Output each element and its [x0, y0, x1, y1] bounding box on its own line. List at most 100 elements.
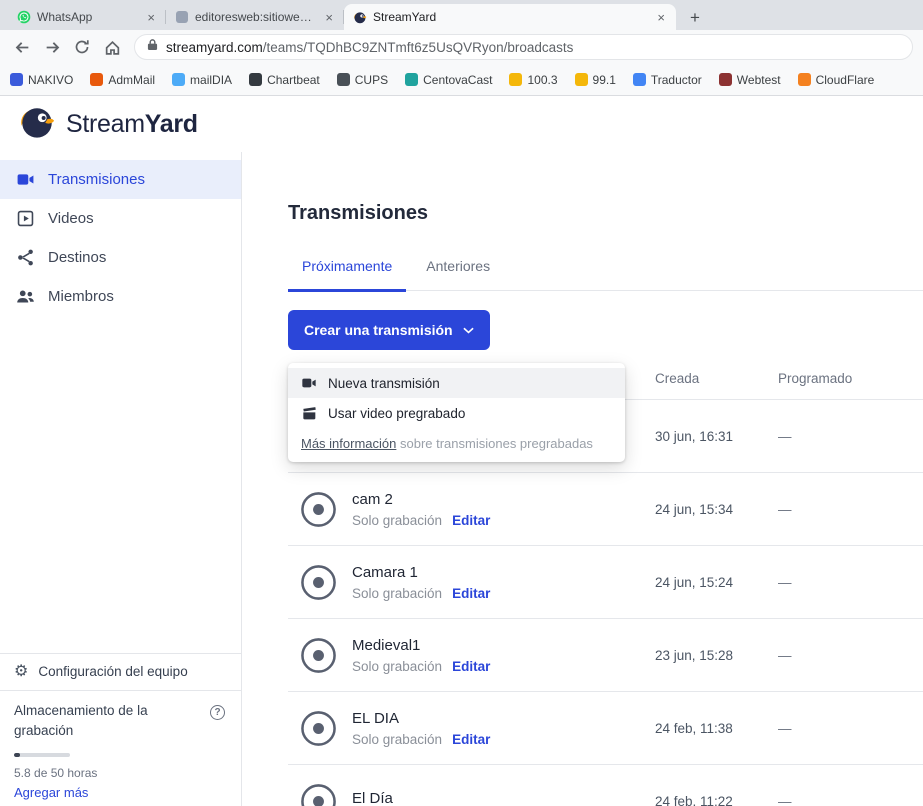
tab-proximamente[interactable]: Próximamente [288, 258, 406, 292]
app-header: StreamYard [0, 96, 923, 152]
bookmark-nakivo[interactable]: NAKIVO [10, 73, 73, 87]
site-favicon [175, 10, 189, 24]
url-domain: streamyard.com [166, 40, 263, 55]
menu-item-usar-video-pregrabado[interactable]: Usar video pregrabado [288, 398, 625, 428]
sidebar-item-label: Destinos [48, 249, 106, 266]
bookmark-icon [575, 73, 588, 86]
created-cell: 24 feb, 11:22 [655, 794, 778, 806]
streamyard-logo-icon [18, 103, 56, 146]
view-tabs: Próximamente Anteriores [288, 258, 923, 291]
storage-usage-text: 5.8 de 50 horas [14, 766, 227, 780]
reload-button[interactable] [70, 35, 94, 59]
team-settings-button[interactable]: ⚙ Configuración del equipo [0, 653, 241, 690]
tab-title: StreamYard [373, 10, 649, 24]
sidebar-item-transmisiones[interactable]: Transmisiones [0, 160, 241, 199]
bookmark-100-3[interactable]: 100.3 [509, 73, 557, 87]
bookmark-label: 100.3 [527, 73, 557, 87]
share-icon [16, 248, 35, 267]
bookmark-admmail[interactable]: AdmMail [90, 73, 155, 87]
video-camera-icon [16, 170, 35, 189]
created-cell: 24 jun, 15:34 [655, 502, 778, 517]
menu-item-label: Nueva transmisión [328, 376, 440, 391]
edit-link[interactable]: Editar [452, 513, 490, 528]
edit-link[interactable]: Editar [452, 586, 490, 601]
home-button[interactable] [100, 35, 124, 59]
scheduled-cell: — [778, 794, 923, 806]
storage-label: Almacenamiento de la grabación [14, 701, 182, 742]
edit-link[interactable]: Editar [452, 732, 490, 747]
bookmark-chartbeat[interactable]: Chartbeat [249, 73, 320, 87]
broadcast-title: Medieval1 [352, 637, 655, 654]
tab-anteriores[interactable]: Anteriores [412, 258, 504, 290]
forward-button[interactable] [40, 35, 64, 59]
help-icon[interactable]: ? [210, 705, 225, 720]
record-icon [300, 637, 352, 674]
page-title: Transmisiones [288, 202, 923, 224]
record-icon [300, 710, 352, 747]
menu-item-nueva-transmision[interactable]: Nueva transmisión [288, 368, 625, 398]
broadcast-title: Camara 1 [352, 564, 655, 581]
settings-label: Configuración del equipo [38, 664, 187, 679]
table-row[interactable]: Medieval1 Solo grabación Editar 23 jun, 1… [288, 619, 923, 692]
table-row[interactable]: cam 2 Solo grabaciónEditar 24 jun, 15:34… [288, 473, 923, 546]
storage-progress-bar [14, 753, 70, 757]
bookmark-label: Webtest [737, 73, 781, 87]
bookmark-99-1[interactable]: 99.1 [575, 73, 616, 87]
edit-link[interactable]: Editar [452, 659, 490, 674]
video-camera-icon [301, 375, 317, 391]
broadcast-subtitle: Solo grabación [352, 586, 442, 601]
create-broadcast-menu: Nueva transmisión Usar video pregrabado … [288, 363, 625, 462]
column-header-programado: Programado [778, 371, 923, 386]
created-cell: 23 jun, 15:28 [655, 648, 778, 663]
clapperboard-icon [301, 405, 317, 421]
create-broadcast-label: Crear una transmisión [304, 322, 453, 338]
browser-tab-whatsapp[interactable]: WhatsApp × [8, 4, 166, 30]
address-bar[interactable]: streamyard.com/teams/TQDhBC9ZNTmft6z5UsQ… [134, 34, 913, 60]
gear-icon: ⚙ [14, 664, 28, 680]
chevron-down-icon [463, 327, 474, 334]
bookmark-icon [10, 73, 23, 86]
bookmark-icon [719, 73, 732, 86]
storage-panel: Almacenamiento de la grabación ? 5.8 de … [0, 690, 241, 806]
sidebar-item-videos[interactable]: Videos [0, 199, 241, 238]
bookmark-maildia[interactable]: mailDIA [172, 73, 232, 87]
browser-tab-streamyard[interactable]: StreamYard × [344, 4, 676, 30]
sidebar-item-miembros[interactable]: Miembros [0, 277, 241, 316]
table-row[interactable]: EL DIA Solo grabaciónEditar 24 feb, 11:3… [288, 692, 923, 765]
close-icon[interactable]: × [323, 10, 335, 25]
sidebar-bottom: ⚙ Configuración del equipo Almacenamient… [0, 653, 241, 806]
bookmark-icon [405, 73, 418, 86]
browser-tab-eldia[interactable]: editoresweb:sitioweb:eldia.co × [166, 4, 344, 30]
back-button[interactable] [10, 35, 34, 59]
bookmark-label: CloudFlare [816, 73, 875, 87]
browser-window: WhatsApp × editoresweb:sitioweb:eldia.co… [0, 0, 923, 806]
broadcast-subtitle: Solo grabación [352, 659, 442, 674]
column-header-creada: Creada [655, 371, 778, 386]
broadcast-subtitle: Solo grabación [352, 513, 442, 528]
new-tab-button[interactable]: + [682, 6, 708, 30]
bookmark-traductor[interactable]: Traductor [633, 73, 702, 87]
people-icon [16, 287, 35, 306]
bookmark-centovacast[interactable]: CentovaCast [405, 73, 492, 87]
close-icon[interactable]: × [655, 10, 667, 25]
scheduled-cell: — [778, 721, 923, 736]
bookmark-cloudflare[interactable]: CloudFlare [798, 73, 875, 87]
created-cell: 24 feb, 11:38 [655, 721, 778, 736]
broadcast-title: EL DIA [352, 710, 655, 727]
add-more-link[interactable]: Agregar más [14, 785, 227, 800]
brand-wordmark: StreamYard [66, 110, 198, 139]
broadcast-title: El Día [352, 790, 655, 806]
create-broadcast-button[interactable]: Crear una transmisión [288, 310, 490, 350]
url-text: streamyard.com/teams/TQDhBC9ZNTmft6z5UsQ… [166, 40, 573, 55]
more-info-link[interactable]: Más información [301, 436, 396, 451]
storage-progress-fill [14, 753, 20, 757]
created-cell: 30 jun, 16:31 [655, 429, 778, 444]
scheduled-cell: — [778, 648, 923, 663]
table-row[interactable]: Camara 1 Solo grabaciónEditar 24 jun, 15… [288, 546, 923, 619]
bookmark-icon [249, 73, 262, 86]
bookmark-webtest[interactable]: Webtest [719, 73, 781, 87]
table-row[interactable]: El Día 24 feb, 11:22 — [288, 765, 923, 806]
close-icon[interactable]: × [145, 10, 157, 25]
sidebar-item-destinos[interactable]: Destinos [0, 238, 241, 277]
bookmark-cups[interactable]: CUPS [337, 73, 388, 87]
